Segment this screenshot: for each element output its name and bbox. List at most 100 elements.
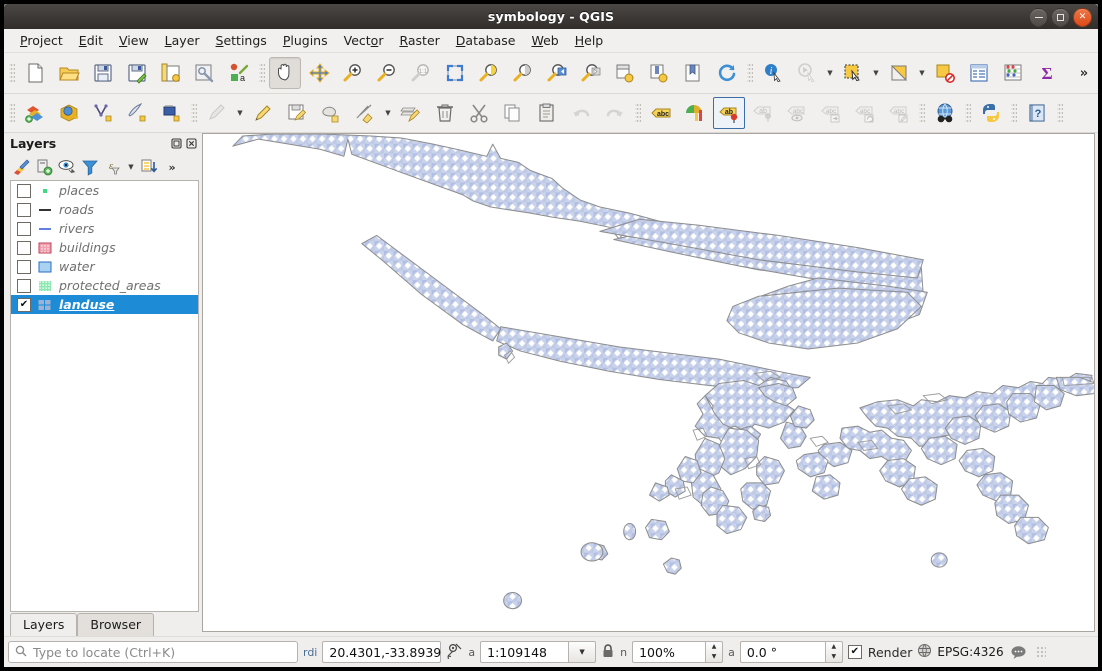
add-group-icon[interactable]	[33, 156, 55, 178]
layer-tree[interactable]: places roads rivers	[10, 180, 199, 612]
undo-icon[interactable]	[565, 97, 597, 129]
select-features-icon[interactable]	[837, 57, 869, 89]
menu-database[interactable]: Database	[448, 31, 524, 50]
new-3d-map-view-icon[interactable]	[643, 57, 675, 89]
save-layer-edits-icon[interactable]	[281, 97, 313, 129]
add-mesh-layer-icon[interactable]	[155, 97, 187, 129]
menu-vector[interactable]: Vector	[336, 31, 392, 50]
show-hide-labels-icon[interactable]: ab	[747, 97, 779, 129]
layer-visibility-checkbox[interactable]	[17, 222, 31, 236]
manage-map-themes-icon[interactable]	[56, 156, 78, 178]
new-print-layout-icon[interactable]	[155, 57, 187, 89]
metasearch-icon[interactable]	[929, 97, 961, 129]
stepper-down-icon[interactable]: ▼	[826, 652, 842, 662]
layer-visibility-checkbox[interactable]	[17, 203, 31, 217]
menu-view[interactable]: View	[111, 31, 157, 50]
close-button[interactable]: ✕	[1073, 8, 1092, 27]
toggle-editing-icon[interactable]	[247, 97, 279, 129]
zoom-to-selection-icon[interactable]	[473, 57, 505, 89]
render-toggle[interactable]: ✔ Render	[848, 645, 913, 660]
scale-combo[interactable]: 1:109148 ▼	[480, 641, 596, 663]
layer-row-protected-areas[interactable]: protected_areas	[11, 276, 198, 295]
magnifier-stepper[interactable]: ▲ ▼	[705, 641, 723, 663]
paste-features-icon[interactable]	[531, 97, 563, 129]
filter-legend-expression-icon[interactable]: ε	[102, 156, 124, 178]
toolbar2-grip-2[interactable]	[191, 102, 197, 124]
menu-settings[interactable]: Settings	[208, 31, 275, 50]
current-edits-dropdown-icon[interactable]: ▼	[234, 98, 246, 128]
deselect-all-icon[interactable]	[929, 57, 961, 89]
help-icon[interactable]: ?	[1021, 97, 1053, 129]
toolbar-grip[interactable]	[9, 62, 15, 84]
toolbar2-grip-3[interactable]	[635, 102, 641, 124]
diagram-icon[interactable]	[679, 97, 711, 129]
messages-icon[interactable]	[1009, 645, 1029, 660]
zoom-next-icon[interactable]	[575, 57, 607, 89]
save-project-as-icon[interactable]	[121, 57, 153, 89]
add-polygon-feature-icon[interactable]	[315, 97, 347, 129]
map-canvas[interactable]	[202, 133, 1095, 632]
add-vector-layer-icon[interactable]	[19, 97, 51, 129]
layer-row-places[interactable]: places	[11, 181, 198, 200]
maximize-button[interactable]	[1051, 8, 1070, 27]
menu-web[interactable]: Web	[523, 31, 566, 50]
refresh-icon[interactable]	[711, 57, 743, 89]
layer-row-landuse[interactable]: ✔ landuse	[11, 295, 198, 314]
toolbar2-grip-5[interactable]	[965, 102, 971, 124]
identify-features-icon[interactable]: i	[757, 57, 789, 89]
modify-attributes-icon[interactable]	[395, 97, 427, 129]
toolbar2-grip-7[interactable]	[1057, 102, 1063, 124]
add-delimited-text-icon[interactable]	[87, 97, 119, 129]
layer-visibility-checkbox[interactable]: ✔	[17, 298, 31, 312]
chevron-down-icon[interactable]: ▼	[568, 641, 596, 663]
copy-features-icon[interactable]	[497, 97, 529, 129]
zoom-to-layer-icon[interactable]	[507, 57, 539, 89]
open-layer-styling-panel-icon[interactable]	[10, 156, 32, 178]
rotation-stepper[interactable]: ▲ ▼	[825, 641, 843, 663]
deselect-features-dropdown-icon[interactable]: ▼	[916, 58, 928, 88]
run-feature-action-dropdown-icon[interactable]: ▼	[824, 58, 836, 88]
menu-project[interactable]: Project	[12, 31, 71, 50]
expand-collapse-all-icon[interactable]	[138, 156, 160, 178]
delete-selected-icon[interactable]	[429, 97, 461, 129]
zoom-full-icon[interactable]	[439, 57, 471, 89]
data-source-manager-icon[interactable]: a	[223, 57, 255, 89]
new-map-view-icon[interactable]	[609, 57, 641, 89]
crs-status[interactable]: EPSG:4326	[917, 643, 1003, 661]
menu-layer[interactable]: Layer	[157, 31, 208, 50]
save-project-icon[interactable]	[87, 57, 119, 89]
locator-bar[interactable]: Type to locate (Ctrl+K)	[8, 641, 298, 663]
menu-edit[interactable]: Edit	[71, 31, 111, 50]
pan-map-icon[interactable]	[269, 57, 301, 89]
select-features-dropdown-icon[interactable]: ▼	[870, 58, 882, 88]
redo-icon[interactable]	[599, 97, 631, 129]
add-wms-layer-icon[interactable]	[53, 97, 85, 129]
layer-row-buildings[interactable]: buildings	[11, 238, 198, 257]
vertex-tool-dropdown-icon[interactable]: ▼	[382, 98, 394, 128]
resize-grip[interactable]	[1036, 646, 1046, 658]
add-spatialite-layer-icon[interactable]	[121, 97, 153, 129]
lock-icon[interactable]	[601, 643, 615, 662]
zoom-native-icon[interactable]: 1:1	[405, 57, 437, 89]
layer-row-roads[interactable]: roads	[11, 200, 198, 219]
label-icon[interactable]: abc	[645, 97, 677, 129]
scale-value[interactable]: 1:109148	[480, 641, 568, 663]
cut-features-icon[interactable]	[463, 97, 495, 129]
current-edits-icon[interactable]	[201, 97, 233, 129]
render-checkbox[interactable]: ✔	[848, 645, 862, 659]
tab-browser[interactable]: Browser	[77, 613, 154, 636]
toolbar2-grip-4[interactable]	[919, 102, 925, 124]
toolbar-grip-2[interactable]	[259, 62, 265, 84]
move-label-icon[interactable]: abc	[815, 97, 847, 129]
bookmarks-icon[interactable]	[677, 57, 709, 89]
minimize-button[interactable]	[1029, 8, 1048, 27]
rotation-spinbox[interactable]: 0.0 ° ▲ ▼	[740, 641, 843, 663]
layer-visibility-checkbox[interactable]	[17, 279, 31, 293]
zoom-last-icon[interactable]	[541, 57, 573, 89]
pan-to-selection-icon[interactable]	[303, 57, 335, 89]
stepper-down-icon[interactable]: ▼	[706, 652, 722, 662]
toolbar-overflow-button[interactable]: »	[1072, 58, 1096, 88]
zoom-in-icon[interactable]	[337, 57, 369, 89]
change-label-icon[interactable]: abc	[883, 97, 915, 129]
menu-plugins[interactable]: Plugins	[275, 31, 336, 50]
